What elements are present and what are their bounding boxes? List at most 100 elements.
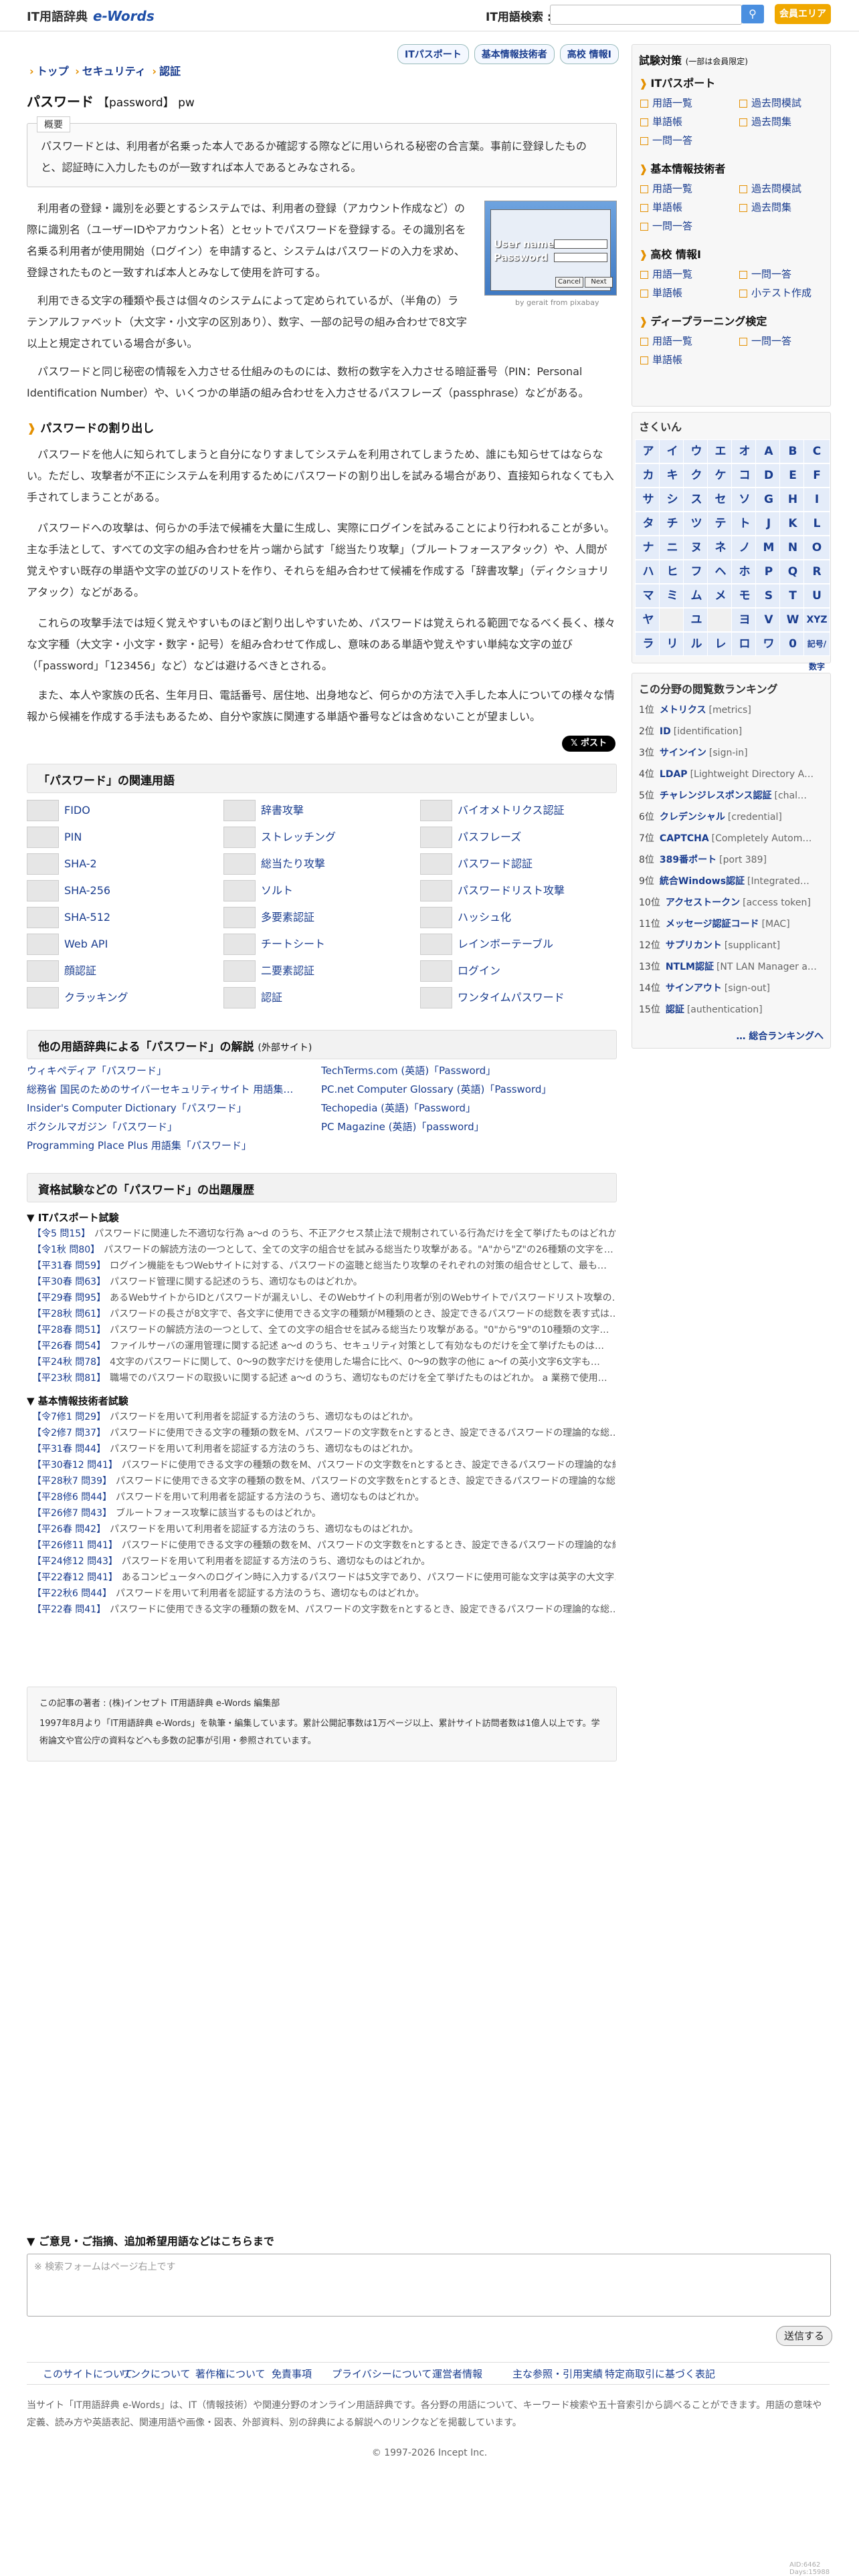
exam-question[interactable]: 【令2修7 問37】 パスワードに使用できる文字の種類の数をM、パスワードの文字数… bbox=[32, 1426, 615, 1439]
exam-question[interactable]: 【平28秋7 問39】 パスワードに使用できる文字の種類の数をM、パスワードの文字… bbox=[32, 1474, 615, 1487]
ranking-item[interactable]: 14位 サインアウト [sign-out] bbox=[639, 981, 826, 994]
search-input[interactable] bbox=[550, 5, 742, 25]
exam-link[interactable]: 過去問集 bbox=[739, 114, 791, 128]
index-key[interactable]: 0 bbox=[779, 632, 806, 656]
index-key[interactable]: ヌ bbox=[683, 536, 710, 560]
index-key[interactable]: ソ bbox=[731, 488, 758, 512]
index-key[interactable]: ロ bbox=[731, 632, 758, 656]
index-key[interactable]: 記号/数字 bbox=[803, 632, 830, 671]
exam-group-heading[interactable]: ▼ ITパスポート試験 bbox=[27, 1210, 119, 1224]
index-key[interactable]: ユ bbox=[683, 608, 710, 632]
index-key[interactable]: A bbox=[755, 439, 782, 463]
index-key[interactable]: ク bbox=[683, 463, 710, 488]
external-link[interactable]: PC.net Computer Glossary (英語)「Password」 bbox=[321, 1082, 551, 1096]
ranking-item[interactable]: 3位 サインイン [sign-in] bbox=[639, 746, 826, 759]
ranking-item[interactable]: 1位 メトリクス [metrics] bbox=[639, 703, 826, 716]
ranking-item[interactable]: 6位 クレデンシャル [credential] bbox=[639, 810, 826, 823]
exam-question[interactable]: 【令5 問15】 パスワードに関連した不適切な行為 a〜d のうち、不正アクセス禁… bbox=[32, 1226, 615, 1240]
related-term[interactable]: 辞書攻撃 bbox=[223, 800, 417, 821]
related-term[interactable]: SHA-512 bbox=[27, 907, 221, 928]
index-key[interactable]: ア bbox=[635, 439, 662, 463]
index-key[interactable]: メ bbox=[707, 584, 734, 608]
index-key[interactable]: レ bbox=[707, 632, 734, 656]
related-term[interactable]: SHA-2 bbox=[27, 853, 221, 875]
index-key[interactable]: F bbox=[803, 463, 830, 488]
ranking-more-link[interactable]: … 総合ランキングへ bbox=[737, 1029, 824, 1043]
tag-fe[interactable]: 基本情報技術者 bbox=[474, 44, 555, 64]
ranking-item[interactable]: 13位 NTLM認証 [NT LAN Manager a… bbox=[639, 960, 826, 973]
search-button[interactable]: ⚲ bbox=[741, 5, 764, 23]
member-area-button[interactable]: 会員エリア bbox=[775, 4, 831, 24]
index-key[interactable]: XYZ bbox=[803, 608, 830, 632]
exam-link[interactable]: 一問一答 bbox=[739, 267, 791, 281]
index-key[interactable]: ミ bbox=[659, 584, 686, 608]
ranking-item[interactable]: 12位 サプリカント [supplicant] bbox=[639, 938, 826, 952]
index-key[interactable]: テ bbox=[707, 512, 734, 536]
index-key[interactable]: O bbox=[803, 536, 830, 560]
index-key[interactable]: ラ bbox=[635, 632, 662, 656]
ranking-item[interactable]: 11位 メッセージ認証コード [MAC] bbox=[639, 917, 826, 930]
index-key[interactable]: ヘ bbox=[707, 560, 734, 584]
exam-question[interactable]: 【平26修7 問43】 ブルートフォース攻撃に該当するものはどれか。 bbox=[32, 1506, 615, 1519]
index-key[interactable]: ノ bbox=[731, 536, 758, 560]
exam-question[interactable]: 【平26春 問42】 パスワードを用いて利用者を認証する方法のうち、適切なものはど… bbox=[32, 1522, 615, 1535]
index-key[interactable]: ネ bbox=[707, 536, 734, 560]
exam-question[interactable]: 【平28秋 問61】 パスワードの長さが8文字で、各文字に使用できる文字の種類がM… bbox=[32, 1307, 615, 1320]
index-key[interactable]: ニ bbox=[659, 536, 686, 560]
external-link[interactable]: Programming Place Plus 用語集「パスワード」 bbox=[27, 1138, 252, 1152]
send-button[interactable]: 送信する bbox=[776, 2326, 832, 2346]
exam-link[interactable]: 単語帳 bbox=[640, 114, 682, 128]
external-link[interactable]: ウィキペディア「パスワード」 bbox=[27, 1063, 167, 1077]
external-link[interactable]: Insider's Computer Dictionary「パスワード」 bbox=[27, 1101, 247, 1115]
index-key[interactable]: ヨ bbox=[731, 608, 758, 632]
related-term[interactable]: Web API bbox=[27, 934, 221, 955]
footer-link[interactable]: このサイトについて bbox=[43, 2367, 133, 2381]
index-key[interactable]: G bbox=[755, 488, 782, 512]
index-key[interactable]: ル bbox=[683, 632, 710, 656]
ranking-item[interactable]: 8位 389番ポート [port 389] bbox=[639, 853, 826, 866]
index-key[interactable]: マ bbox=[635, 584, 662, 608]
related-term[interactable]: ログイン bbox=[420, 960, 614, 982]
index-key[interactable]: J bbox=[755, 512, 782, 536]
exam-question[interactable]: 【令7修1 問29】 パスワードを用いて利用者を認証する方法のうち、適切なものはど… bbox=[32, 1410, 615, 1423]
exam-link[interactable]: 用語一覧 bbox=[640, 181, 692, 195]
index-key[interactable]: T bbox=[779, 584, 806, 608]
index-key[interactable]: ス bbox=[683, 488, 710, 512]
external-link[interactable]: PC Magazine (英語)「password」 bbox=[321, 1119, 484, 1134]
ranking-item[interactable]: 10位 アクセストークン [access token] bbox=[639, 895, 826, 909]
index-key[interactable]: C bbox=[803, 439, 830, 463]
related-term[interactable]: クラッキング bbox=[27, 987, 221, 1008]
footer-link[interactable]: プライバシーについて bbox=[332, 2367, 432, 2381]
index-key[interactable]: シ bbox=[659, 488, 686, 512]
exam-link[interactable]: 過去問模試 bbox=[739, 96, 801, 110]
footer-link[interactable]: リンクについて bbox=[120, 2367, 191, 2381]
index-key[interactable]: タ bbox=[635, 512, 662, 536]
index-key[interactable]: ホ bbox=[731, 560, 758, 584]
index-key[interactable]: I bbox=[803, 488, 830, 512]
exam-question[interactable]: 【平30春 問63】 パスワード管理に関する記述のうち、適切なものはどれか。 bbox=[32, 1275, 615, 1288]
exam-question[interactable]: 【平22春12 問41】 あるコンピュータへのログイン時に入力するパスワードは5文… bbox=[32, 1570, 615, 1584]
footer-link[interactable]: 免責事項 bbox=[272, 2367, 312, 2381]
exam-question[interactable]: 【平26春 問54】 ファイルサーバの運用管理に関する記述 a〜d のうち、セキュ… bbox=[32, 1339, 615, 1352]
exam-question[interactable]: 【平28春 問51】 パスワードの解読方法の一つとして、全ての文字の組合せを試みる… bbox=[32, 1323, 615, 1336]
index-key[interactable]: フ bbox=[683, 560, 710, 584]
related-term[interactable]: ソルト bbox=[223, 880, 417, 901]
index-key[interactable]: V bbox=[755, 608, 782, 632]
related-term[interactable]: FIDO bbox=[27, 800, 221, 821]
breadcrumb-security[interactable]: セキュリティ bbox=[82, 65, 146, 78]
x-post-button[interactable]: 𝕏 ポスト bbox=[562, 736, 615, 752]
index-key[interactable]: W bbox=[779, 608, 806, 632]
footer-link[interactable]: 運営者情報 bbox=[432, 2367, 482, 2381]
ranking-item[interactable]: 9位 統合Windows認証 [Integrated… bbox=[639, 874, 826, 887]
exam-link[interactable]: 過去問模試 bbox=[739, 181, 801, 195]
index-key[interactable]: オ bbox=[731, 439, 758, 463]
exam-question[interactable]: 【平28修6 問44】 パスワードを用いて利用者を認証する方法のうち、適切なものは… bbox=[32, 1490, 615, 1503]
exam-link[interactable]: 用語一覧 bbox=[640, 267, 692, 281]
external-link[interactable]: 総務省 国民のためのサイバーセキュリティサイト 用語集… bbox=[27, 1082, 293, 1096]
ranking-item[interactable]: 7位 CAPTCHA [Completely Autom… bbox=[639, 831, 826, 845]
exam-link[interactable]: 過去問集 bbox=[739, 200, 791, 214]
index-key[interactable]: H bbox=[779, 488, 806, 512]
exam-link[interactable]: 用語一覧 bbox=[640, 96, 692, 110]
index-key[interactable]: M bbox=[755, 536, 782, 560]
footer-link[interactable]: 著作権について bbox=[195, 2367, 266, 2381]
